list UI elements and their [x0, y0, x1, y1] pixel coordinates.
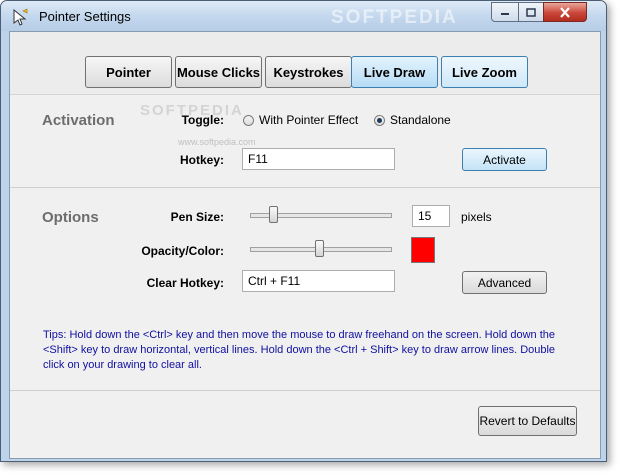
tab-pointer[interactable]: Pointer	[85, 56, 172, 88]
title-bar[interactable]: Pointer Settings SOFTPEDIA	[1, 1, 606, 31]
close-icon	[560, 6, 570, 18]
tab-bar: Pointer Mouse Clicks Keystrokes Live Dra…	[10, 32, 600, 95]
opacity-slider-thumb[interactable]	[315, 240, 324, 257]
pointer-settings-window: Pointer Settings SOFTPEDIA Pointer Mouse…	[0, 0, 607, 462]
pointer-app-icon	[13, 8, 28, 26]
tab-mouse-clicks[interactable]: Mouse Clicks	[175, 56, 262, 88]
close-button[interactable]	[543, 2, 587, 22]
pen-size-label: Pen Size:	[170, 210, 224, 224]
section-divider	[10, 187, 600, 188]
settings-panel: Pointer Mouse Clicks Keystrokes Live Dra…	[9, 31, 601, 459]
hotkey-field[interactable]: F11	[242, 148, 395, 170]
tips-text: Tips: Hold down the <Ctrl> key and then …	[43, 329, 556, 371]
title-watermark: SOFTPEDIA	[331, 7, 458, 28]
clear-hotkey-field[interactable]: Ctrl + F11	[242, 270, 395, 292]
advanced-button[interactable]: Advanced	[462, 271, 547, 294]
radio-standalone[interactable]: Standalone	[374, 113, 451, 127]
tab-keystrokes[interactable]: Keystrokes	[265, 56, 352, 88]
options-section-title: Options	[42, 209, 99, 226]
radio-with-pointer-effect[interactable]: With Pointer Effect	[243, 113, 358, 127]
revert-to-defaults-button[interactable]: Revert to Defaults	[478, 406, 577, 436]
clear-hotkey-label: Clear Hotkey:	[146, 276, 224, 290]
minimize-button[interactable]	[491, 2, 519, 22]
window-title: Pointer Settings	[39, 9, 131, 24]
minimize-icon	[501, 13, 509, 15]
radio-label-standalone: Standalone	[390, 113, 451, 127]
tab-live-zoom[interactable]: Live Zoom	[441, 56, 528, 88]
pen-size-unit: pixels	[461, 210, 492, 224]
radio-dot-standalone[interactable]	[374, 114, 385, 126]
color-swatch[interactable]	[411, 237, 435, 263]
radio-dot-pointer-effect[interactable]	[243, 114, 254, 126]
activation-section-title: Activation	[42, 112, 115, 129]
pen-size-field[interactable]: 15	[412, 205, 450, 227]
radio-label-pointer-effect: With Pointer Effect	[259, 113, 359, 127]
maximize-button[interactable]	[518, 2, 544, 22]
hotkey-label: Hotkey:	[179, 153, 224, 167]
softpedia-url: www.softpedia.com	[178, 137, 256, 147]
footer-divider	[10, 390, 600, 391]
toggle-label: Toggle:	[181, 113, 224, 127]
maximize-icon	[526, 7, 536, 17]
opacity-color-label: Opacity/Color:	[141, 244, 224, 258]
activate-button[interactable]: Activate	[462, 148, 547, 171]
tab-live-draw[interactable]: Live Draw	[351, 56, 438, 88]
pen-size-slider-thumb[interactable]	[269, 206, 278, 223]
